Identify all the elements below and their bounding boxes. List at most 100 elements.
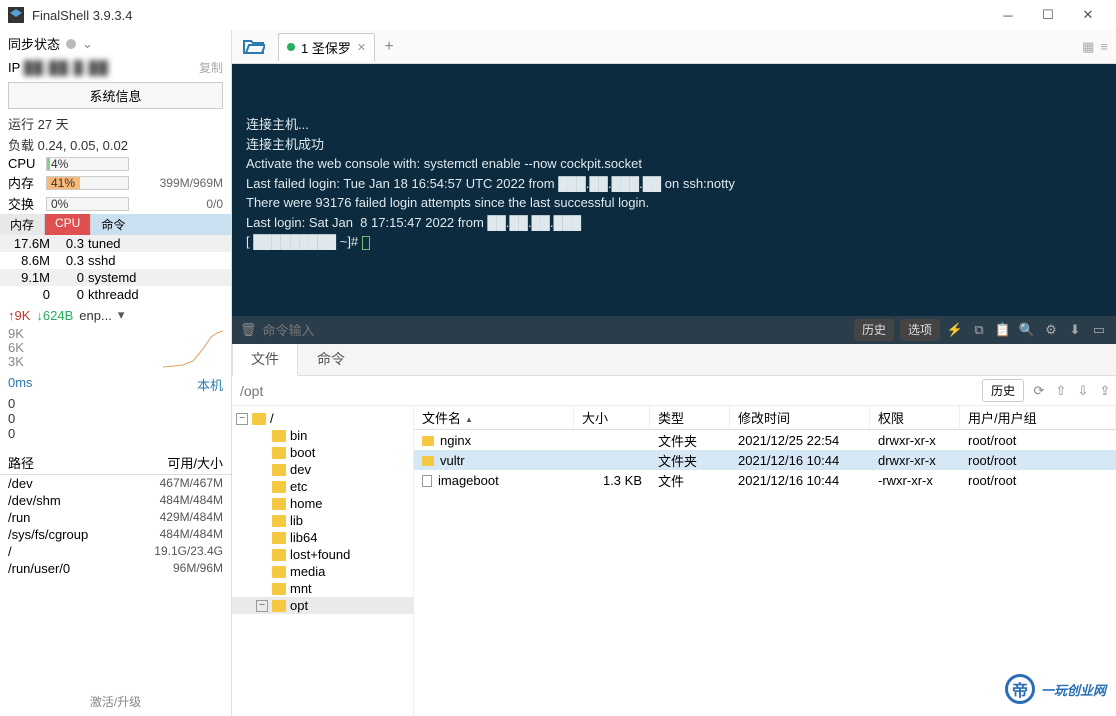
add-tab-button[interactable]: +	[375, 38, 403, 56]
mem-text: 399M/969M	[133, 176, 223, 190]
process-tabs: 内存 CPU 命令	[0, 214, 231, 235]
tree-node[interactable]: mnt	[232, 580, 413, 597]
refresh-icon[interactable]: ⟳	[1028, 383, 1050, 399]
process-row[interactable]: 17.6M0.3tuned	[0, 235, 231, 252]
host-label[interactable]: 本机	[197, 375, 223, 394]
session-tabbar: 1 圣保罗 ✕ + ▦ ≡	[232, 30, 1116, 64]
tree-node[interactable]: dev	[232, 461, 413, 478]
window-title: FinalShell 3.9.3.4	[32, 8, 988, 23]
file-list-header: 文件名 大小 类型 修改时间 权限 用户/用户组	[414, 406, 1116, 430]
net-sparkline-icon	[163, 329, 223, 369]
mem-label: 内存	[8, 173, 42, 192]
fullscreen-icon[interactable]: ▭	[1090, 320, 1108, 340]
download-icon[interactable]: ⬇	[1066, 320, 1084, 340]
current-path[interactable]: /opt	[232, 383, 982, 399]
ping-ms: 0ms	[8, 375, 33, 394]
history-button[interactable]: 历史	[854, 319, 894, 341]
close-tab-icon[interactable]: ✕	[357, 41, 366, 54]
options-button[interactable]: 选项	[900, 319, 940, 341]
system-info-button[interactable]: 系统信息	[8, 82, 223, 109]
file-row[interactable]: nginx文件夹2021/12/25 22:54drwxr-xr-xroot/r…	[414, 430, 1116, 450]
ip-value: ██.██.█.██	[24, 60, 109, 75]
bottom-tabs: 文件 命令	[232, 344, 1116, 376]
disk-row: /dev/shm484M/484M	[0, 492, 231, 509]
tree-node[interactable]: lib	[232, 512, 413, 529]
tree-node[interactable]: lost+found	[232, 546, 413, 563]
terminal[interactable]: 连接主机...连接主机成功Activate the web console wi…	[232, 64, 1116, 344]
cpu-label: CPU	[8, 156, 42, 171]
app-logo-icon	[8, 7, 24, 23]
watermark-text: 一玩创业网	[1041, 680, 1106, 699]
path-bar: /opt 历史 ⟳ ⇧ ⇩ ⇪	[232, 376, 1116, 406]
search-icon[interactable]: 🔍	[1018, 320, 1036, 340]
tree-node[interactable]: −/	[232, 410, 413, 427]
sort-asc-icon	[465, 410, 473, 425]
swap-label: 交换	[8, 194, 42, 213]
net-down-text: ↓624B	[36, 308, 73, 323]
cpu-bar: 4%	[46, 157, 129, 171]
chevron-down-icon[interactable]: ▾	[118, 307, 125, 323]
minimize-button[interactable]: ─	[988, 0, 1028, 30]
upload-icon[interactable]: ⇧	[1050, 383, 1072, 399]
command-bar: 🗑 历史 选项 ⚡ ⧉ 📋 🔍 ⚙ ⬇ ▭	[232, 316, 1116, 344]
swap-text: 0/0	[133, 197, 223, 211]
file-row[interactable]: vultr文件夹2021/12/16 10:44drwxr-xr-xroot/r…	[414, 450, 1116, 470]
gear-icon[interactable]: ⚙	[1042, 320, 1060, 340]
clear-icon[interactable]: 🗑	[240, 320, 257, 340]
ip-row: IP ██.██.█.██	[8, 60, 109, 75]
file-row[interactable]: imageboot1.3 KB文件2021/12/16 10:44-rwxr-x…	[414, 470, 1116, 490]
ip-label: IP	[8, 60, 20, 75]
lightning-icon[interactable]: ⚡	[946, 320, 964, 340]
maximize-button[interactable]: ☐	[1028, 0, 1068, 30]
proc-tab-mem[interactable]: 内存	[0, 214, 45, 235]
tree-node[interactable]: home	[232, 495, 413, 512]
watermark-icon: 帝	[1005, 674, 1035, 704]
tree-node[interactable]: lib64	[232, 529, 413, 546]
sync-status-label: 同步状态	[8, 34, 60, 53]
command-input[interactable]	[263, 323, 848, 338]
disk-row: /run/user/096M/96M	[0, 560, 231, 577]
path-history-button[interactable]: 历史	[982, 379, 1024, 402]
tree-node[interactable]: etc	[232, 478, 413, 495]
proc-tab-cmd[interactable]: 命令	[91, 214, 231, 235]
copy-ip-button[interactable]: 复制	[199, 59, 223, 76]
session-tab[interactable]: 1 圣保罗 ✕	[278, 33, 375, 61]
tab-files[interactable]: 文件	[232, 342, 298, 376]
net-up-text: ↑9K	[8, 308, 30, 323]
grid-view-icon[interactable]: ▦	[1082, 39, 1094, 55]
tree-node[interactable]: −opt	[232, 597, 413, 614]
mem-bar: 41%	[46, 176, 129, 190]
watermark: 帝 一玩创业网	[1005, 674, 1106, 704]
tab-commands[interactable]: 命令	[298, 342, 364, 375]
tree-node[interactable]: bin	[232, 427, 413, 444]
process-row[interactable]: 9.1M0systemd	[0, 269, 231, 286]
sidebar: 同步状态 ⌄ IP ██.██.█.██ 复制 系统信息 运行 27 天 负载 …	[0, 30, 232, 716]
download-file-icon[interactable]: ⇩	[1072, 383, 1094, 399]
swap-bar: 0%	[46, 197, 129, 211]
process-list: 17.6M0.3tuned8.6M0.3sshd9.1M0systemd00kt…	[0, 235, 231, 303]
titlebar: FinalShell 3.9.3.4 ─ ☐ ✕	[0, 0, 1116, 30]
settings-icon[interactable]: ⇪	[1094, 383, 1116, 399]
sync-status-dot-icon	[66, 39, 76, 49]
disk-header: 路径 可用/大小	[0, 451, 231, 475]
uptime-text: 运行 27 天	[0, 113, 231, 134]
disk-row: /19.1G/23.4G	[0, 543, 231, 560]
tree-node[interactable]: media	[232, 563, 413, 580]
directory-tree[interactable]: −/binbootdevetchomeliblib64lost+foundmed…	[232, 406, 414, 716]
sync-expand-icon[interactable]: ⌄	[82, 36, 93, 52]
list-view-icon[interactable]: ≡	[1100, 39, 1108, 55]
open-session-button[interactable]	[236, 33, 272, 61]
activate-upgrade-link[interactable]: 激活/升级	[0, 687, 231, 716]
proc-tab-cpu[interactable]: CPU	[45, 214, 91, 235]
copy-icon[interactable]: ⧉	[970, 320, 988, 340]
process-row[interactable]: 8.6M0.3sshd	[0, 252, 231, 269]
paste-icon[interactable]: 📋	[994, 320, 1012, 340]
connected-dot-icon	[287, 43, 295, 51]
tab-label: 1 圣保罗	[301, 38, 351, 57]
load-text: 负载 0.24, 0.05, 0.02	[0, 134, 231, 155]
process-row[interactable]: 00kthreadd	[0, 286, 231, 303]
net-interface[interactable]: enp...	[79, 308, 112, 323]
file-list: 文件名 大小 类型 修改时间 权限 用户/用户组 nginx文件夹2021/12…	[414, 406, 1116, 716]
close-window-button[interactable]: ✕	[1068, 0, 1108, 30]
tree-node[interactable]: boot	[232, 444, 413, 461]
